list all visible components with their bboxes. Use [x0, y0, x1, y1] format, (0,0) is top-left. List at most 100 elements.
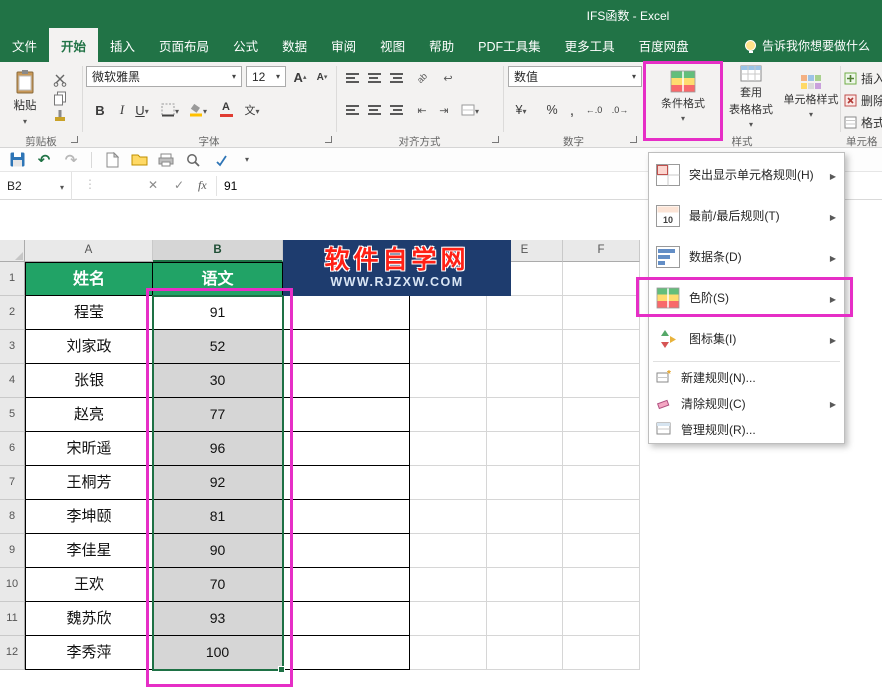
cell-styles-button[interactable]: 单元格样式	[782, 62, 840, 132]
column-header-b[interactable]: B	[153, 240, 283, 262]
align-middle-button[interactable]	[364, 68, 384, 88]
number-dialog-launcher[interactable]	[630, 136, 637, 143]
spelling-button[interactable]	[211, 151, 229, 169]
cell-E11[interactable]	[487, 602, 563, 636]
save-button[interactable]	[8, 151, 26, 169]
formula-input[interactable]: 91	[224, 179, 237, 193]
cell-A9[interactable]: 李佳星	[25, 534, 153, 568]
cell-C7[interactable]	[283, 466, 410, 500]
paste-button[interactable]: 粘贴	[6, 64, 44, 132]
cell-B8[interactable]: 81	[153, 500, 283, 534]
cell-F7[interactable]	[563, 466, 640, 500]
comma-style-button[interactable]: ,	[562, 100, 582, 120]
column-header-a[interactable]: A	[25, 240, 153, 262]
cell-D9[interactable]	[410, 534, 487, 568]
cell-A6[interactable]: 宋昕遥	[25, 432, 153, 466]
row-header-7[interactable]: 7	[0, 466, 25, 500]
cell-E12[interactable]	[487, 636, 563, 670]
row-header-2[interactable]: 2	[0, 296, 25, 330]
cell-A7[interactable]: 王桐芳	[25, 466, 153, 500]
cell-A11[interactable]: 魏苏欣	[25, 602, 153, 636]
cell-D7[interactable]	[410, 466, 487, 500]
cell-C12[interactable]	[283, 636, 410, 670]
conditional-formatting-button[interactable]: 条件格式	[646, 62, 720, 132]
tab-page-layout[interactable]: 页面布局	[147, 28, 221, 62]
cell-E8[interactable]	[487, 500, 563, 534]
row-header-11[interactable]: 11	[0, 602, 25, 636]
cell-D10[interactable]	[410, 568, 487, 602]
font-name-combo[interactable]: 微软雅黑	[86, 66, 242, 87]
tab-help[interactable]: 帮助	[417, 28, 466, 62]
cell-C11[interactable]	[283, 602, 410, 636]
font-color-button[interactable]: A	[216, 99, 236, 119]
cell-E7[interactable]	[487, 466, 563, 500]
tab-home[interactable]: 开始	[49, 28, 98, 62]
cell-D4[interactable]	[410, 364, 487, 398]
font-size-combo[interactable]: 12	[246, 66, 286, 87]
cell-B12[interactable]: 100	[153, 636, 283, 670]
cell-A3[interactable]: 刘家政	[25, 330, 153, 364]
italic-button[interactable]: I	[112, 100, 132, 120]
cell-B11[interactable]: 93	[153, 602, 283, 636]
bold-button[interactable]: B	[90, 100, 110, 120]
borders-button[interactable]	[160, 100, 180, 120]
decrease-indent-button[interactable]	[412, 100, 432, 120]
cell-F12[interactable]	[563, 636, 640, 670]
cell-F6[interactable]	[563, 432, 640, 466]
cell-F2[interactable]	[563, 296, 640, 330]
tab-data[interactable]: 数据	[270, 28, 319, 62]
align-left-button[interactable]	[342, 100, 362, 120]
cell-A8[interactable]: 李坤颐	[25, 500, 153, 534]
cell-E6[interactable]	[487, 432, 563, 466]
insert-cells-button[interactable]: 插入	[844, 68, 882, 88]
cell-F5[interactable]	[563, 398, 640, 432]
cell-B3[interactable]: 52	[153, 330, 283, 364]
row-header-12[interactable]: 12	[0, 636, 25, 670]
increase-decimal-button[interactable]: ←.0	[584, 100, 604, 120]
cell-D3[interactable]	[410, 330, 487, 364]
select-all-corner[interactable]	[0, 240, 25, 262]
cell-E4[interactable]	[487, 364, 563, 398]
row-header-3[interactable]: 3	[0, 330, 25, 364]
orientation-button[interactable]	[412, 68, 432, 88]
underline-button[interactable]: U	[132, 100, 152, 120]
accounting-format-button[interactable]: ¥	[508, 100, 534, 120]
cell-A12[interactable]: 李秀萍	[25, 636, 153, 670]
tell-me-box[interactable]: 告诉我你想要做什么	[745, 28, 882, 62]
cell-E5[interactable]	[487, 398, 563, 432]
cell-C10[interactable]	[283, 568, 410, 602]
row-header-4[interactable]: 4	[0, 364, 25, 398]
cell-D2[interactable]	[410, 296, 487, 330]
tab-more-tools[interactable]: 更多工具	[553, 28, 627, 62]
cell-B10[interactable]: 70	[153, 568, 283, 602]
merge-center-button[interactable]	[460, 100, 480, 120]
cell-D5[interactable]	[410, 398, 487, 432]
cell-B5[interactable]: 77	[153, 398, 283, 432]
menu-item-manage-rules[interactable]: 管理规则(R)...	[649, 416, 844, 442]
cancel-button[interactable]: ✕	[148, 178, 158, 192]
row-header-5[interactable]: 5	[0, 398, 25, 432]
formula-bar-splitter[interactable]	[84, 177, 96, 191]
menu-item-highlight-cells-rules[interactable]: 突出显示单元格规则(H)	[649, 154, 844, 195]
tab-view[interactable]: 视图	[368, 28, 417, 62]
cut-button[interactable]	[50, 70, 70, 90]
align-bottom-button[interactable]	[386, 68, 406, 88]
format-cells-button[interactable]: 格式	[844, 112, 882, 132]
cell-E3[interactable]	[487, 330, 563, 364]
cell-F10[interactable]	[563, 568, 640, 602]
decrease-font-size-button[interactable]	[312, 67, 332, 87]
cell-A2[interactable]: 程莹	[25, 296, 153, 330]
quick-print-button[interactable]	[157, 151, 175, 169]
cell-D12[interactable]	[410, 636, 487, 670]
cell-F1[interactable]	[563, 262, 640, 296]
cell-F11[interactable]	[563, 602, 640, 636]
cell-E9[interactable]	[487, 534, 563, 568]
cell-C4[interactable]	[283, 364, 410, 398]
enter-button[interactable]: ✓	[174, 178, 184, 192]
cell-F8[interactable]	[563, 500, 640, 534]
cell-C8[interactable]	[283, 500, 410, 534]
decrease-decimal-button[interactable]: .0→	[610, 100, 630, 120]
percent-style-button[interactable]: %	[542, 100, 562, 120]
cell-B6[interactable]: 96	[153, 432, 283, 466]
row-header-9[interactable]: 9	[0, 534, 25, 568]
